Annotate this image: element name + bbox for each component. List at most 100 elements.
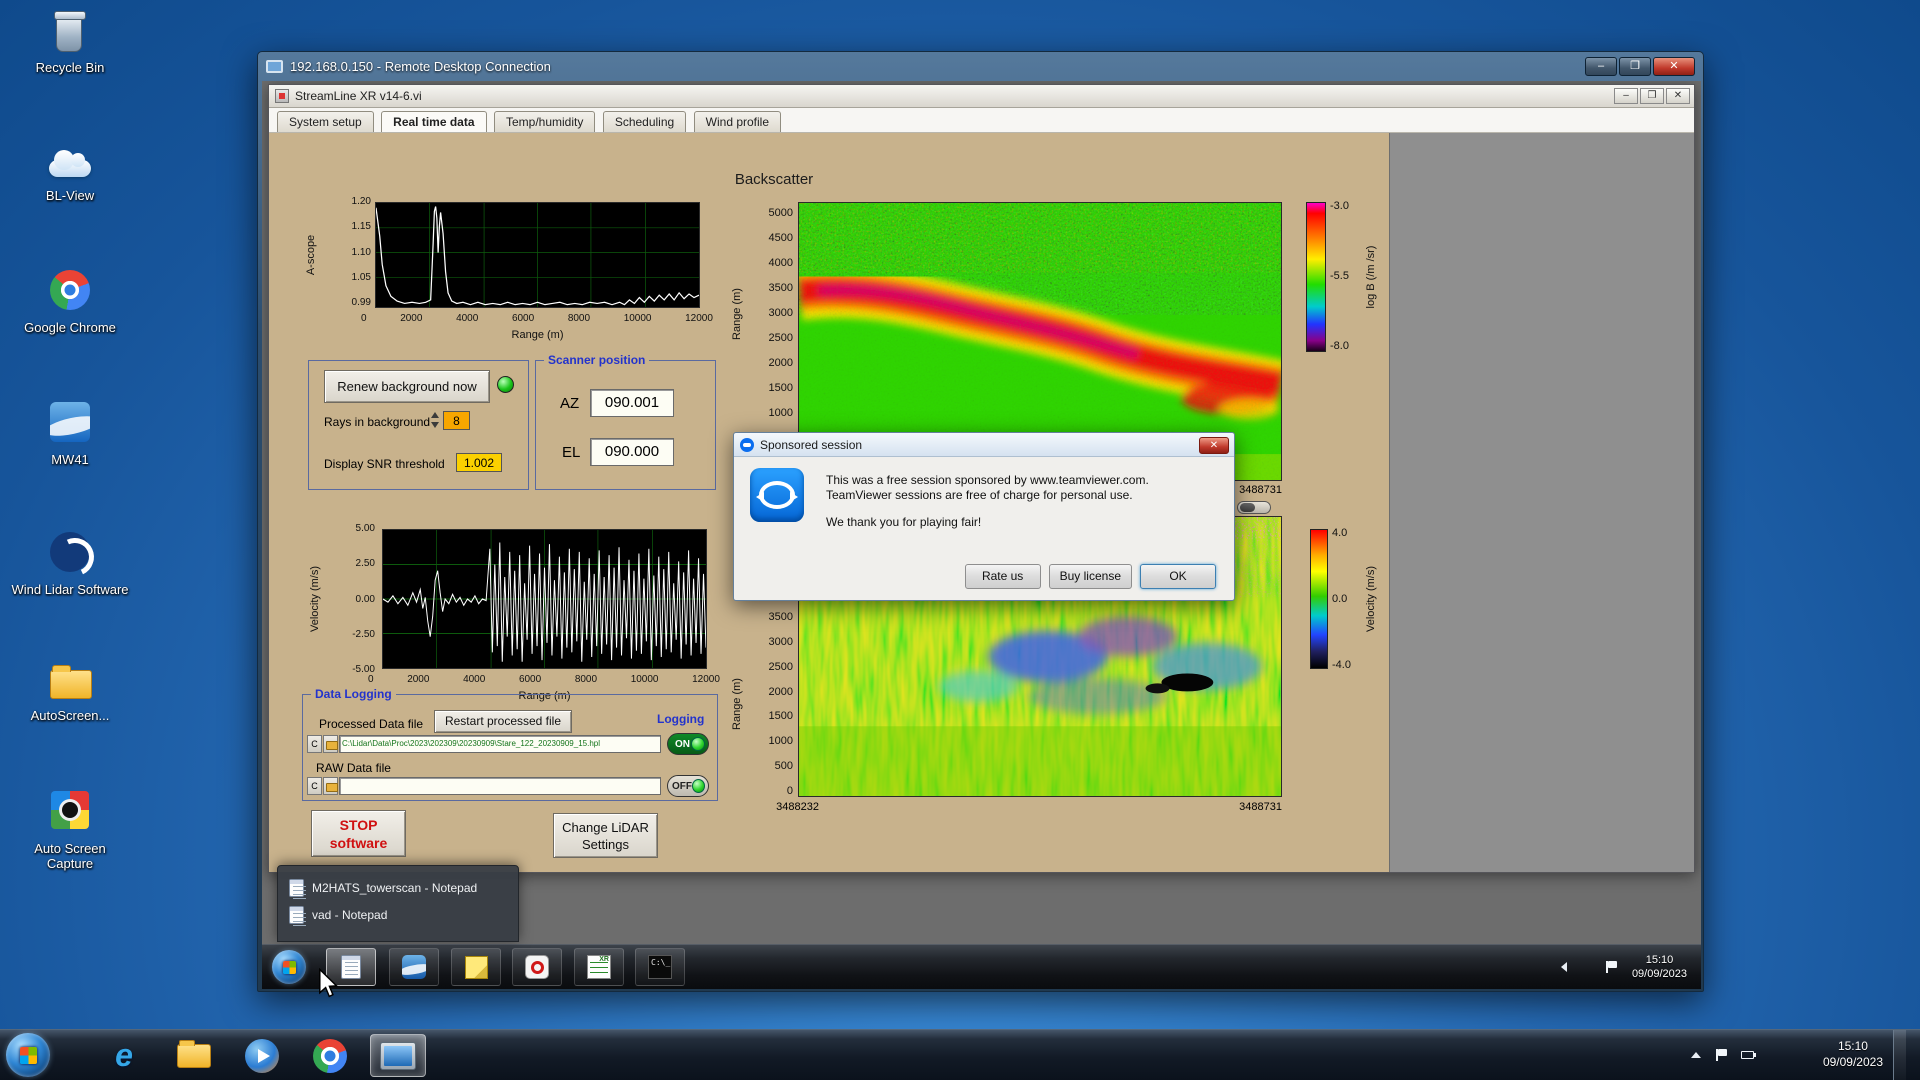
show-hidden-icons-arrow[interactable] [1690, 1052, 1701, 1058]
logging-label: Logging [657, 712, 705, 726]
remote-desktop: StreamLine XR v14-6.vi – ❐ ✕ System setu… [262, 81, 1701, 989]
vplot-y-axis-label: Range (m) [731, 678, 743, 730]
show-hidden-icons-arrow[interactable] [1561, 962, 1567, 972]
bplot-y-axis-label: Range (m) [731, 288, 743, 340]
az-value-field[interactable]: 090.001 [590, 389, 674, 417]
minimize-button[interactable]: – [1614, 88, 1638, 104]
jump-list-item[interactable]: M2HATS_towerscan - Notepad [284, 874, 512, 901]
dialog-buttons: Rate us Buy license OK [957, 564, 1216, 589]
streamline-window-controls: – ❐ ✕ [1612, 88, 1690, 104]
velocity-time-start: 3488232 [776, 801, 819, 813]
network-icon[interactable] [1767, 1049, 1781, 1061]
remote-taskbar: 15:10 09/09/2023 [262, 944, 1701, 989]
host-clock[interactable]: 15:10 09/09/2023 [1823, 1039, 1883, 1070]
host-clock-date: 09/09/2023 [1822, 1055, 1883, 1069]
remote-start-button[interactable] [272, 950, 306, 984]
taskbar-rdp-button[interactable] [370, 1034, 426, 1077]
backscatter-heading: Backscatter [734, 171, 814, 188]
remote-taskbar-halo-button[interactable] [512, 948, 562, 986]
taskbar-chrome-button[interactable] [302, 1034, 358, 1077]
system-tray: 15:10 09/09/2023 [1683, 1030, 1906, 1080]
action-center-flag-icon[interactable] [1715, 1049, 1729, 1061]
desktop-icon-google-chrome[interactable]: Google Chrome [10, 266, 130, 336]
speaker-icon[interactable] [1579, 961, 1593, 973]
raw-file-path-input[interactable] [339, 777, 661, 795]
desktop-icon-mw41[interactable]: MW41 [10, 398, 130, 468]
minimize-button[interactable]: – [1585, 57, 1617, 76]
command-prompt-icon [648, 955, 672, 979]
change-lidar-settings-button[interactable]: Change LiDAR Settings [553, 813, 658, 858]
rdp-window: 192.168.0.150 - Remote Desktop Connectio… [257, 51, 1704, 992]
flag-icon[interactable] [1605, 961, 1619, 973]
xr-app-icon [587, 955, 611, 979]
taskbar-media-player-button[interactable] [234, 1034, 290, 1077]
tab-wind-profile[interactable]: Wind profile [693, 111, 782, 132]
start-button[interactable] [6, 1033, 50, 1077]
jump-list-item[interactable]: vad - Notepad [284, 901, 512, 928]
remote-clock[interactable]: 15:10 09/09/2023 [1632, 953, 1687, 982]
streamline-title-bar[interactable]: StreamLine XR v14-6.vi – ❐ ✕ [269, 85, 1694, 108]
desktop-icon-auto-screen-capture[interactable]: Auto Screen Capture [10, 786, 130, 872]
raw-logging-toggle[interactable]: OFF [667, 775, 709, 797]
drive-letter-box[interactable]: C [307, 777, 322, 795]
tick: 4000 [456, 313, 479, 324]
remote-taskbar-blue-app-button[interactable] [389, 948, 439, 986]
taskbar-ie-button[interactable]: e [96, 1034, 152, 1077]
desktop-icon-label: MW41 [51, 452, 89, 467]
tick: 2000 [400, 313, 423, 324]
rays-spinner[interactable] [430, 411, 440, 429]
notepad-icon [289, 878, 306, 897]
screen: { "desktop": { "icons": [ { "label": "Re… [0, 0, 1920, 1080]
dialog-title: Sponsored session [760, 437, 863, 452]
rate-us-button[interactable]: Rate us [964, 564, 1041, 589]
restore-button[interactable]: ❐ [1619, 57, 1651, 76]
browse-folder-icon[interactable] [323, 735, 338, 753]
desktop-icon-wind-lidar[interactable]: Wind Lidar Software [10, 528, 130, 598]
close-button[interactable]: ✕ [1666, 88, 1690, 104]
snr-value-field[interactable]: 1.002 [456, 453, 502, 472]
desktop-icon-bl-view[interactable]: BL-View [10, 138, 130, 204]
tab-scheduling[interactable]: Scheduling [602, 111, 687, 132]
ok-button[interactable]: OK [1140, 564, 1216, 589]
show-desktop-button[interactable] [1893, 1030, 1906, 1080]
desktop-icon-label: BL-View [45, 188, 95, 203]
notepad-icon [341, 955, 361, 979]
dialog-message: This was a free session sponsored by www… [826, 473, 1149, 530]
rdp-title-bar[interactable]: 192.168.0.150 - Remote Desktop Connectio… [258, 52, 1703, 81]
buy-license-button[interactable]: Buy license [1048, 564, 1132, 589]
tick: 1500 [768, 382, 793, 394]
desktop-icon-autoscreen[interactable]: AutoScreen... [10, 658, 130, 724]
rays-value-field[interactable]: 8 [443, 411, 470, 430]
dialog-line1: This was a free session sponsored by www… [826, 473, 1149, 487]
remote-taskbar-xr-button[interactable] [574, 948, 624, 986]
browse-folder-icon[interactable] [323, 777, 338, 795]
close-button[interactable]: ✕ [1653, 57, 1695, 76]
tab-real-time-data[interactable]: Real time data [381, 111, 487, 132]
el-value-field[interactable]: 090.000 [590, 438, 674, 466]
toggle-knob [691, 737, 705, 751]
restore-button[interactable]: ❐ [1640, 88, 1664, 104]
jump-list-item-label: M2HATS_towerscan - Notepad [312, 880, 478, 895]
desktop-icon-recycle-bin[interactable]: Recycle Bin [10, 10, 130, 76]
processed-logging-toggle[interactable]: ON [667, 733, 709, 755]
tab-temp-humidity[interactable]: Temp/humidity [493, 111, 596, 132]
cloud-icon [44, 138, 96, 186]
speaker-icon[interactable] [1793, 1049, 1807, 1061]
scanner-position-title: Scanner position [544, 353, 650, 367]
renew-background-button[interactable]: Renew background now [324, 370, 490, 403]
close-icon[interactable]: ✕ [1199, 437, 1229, 454]
remote-taskbar-cmd-button[interactable] [635, 948, 685, 986]
renew-led-indicator [497, 376, 514, 393]
battery-icon[interactable] [1740, 1049, 1756, 1061]
dialog-title-bar[interactable]: Sponsored session [734, 433, 1234, 457]
tab-system-setup[interactable]: System setup [277, 111, 374, 132]
stop-software-button[interactable]: STOP software [311, 810, 406, 857]
drive-letter-box[interactable]: C [307, 735, 322, 753]
taskbar-explorer-button[interactable] [166, 1034, 222, 1077]
scale-toggle[interactable] [1237, 501, 1271, 514]
restart-processed-file-button[interactable]: Restart processed file [434, 710, 572, 733]
processed-file-path-input[interactable]: C:\Lidar\Data\Proc\2023\202309\20230909\… [339, 735, 661, 753]
desktop-icon-label: AutoScreen... [30, 708, 110, 723]
remote-taskbar-notes-button[interactable] [451, 948, 501, 986]
media-player-icon [245, 1038, 279, 1073]
